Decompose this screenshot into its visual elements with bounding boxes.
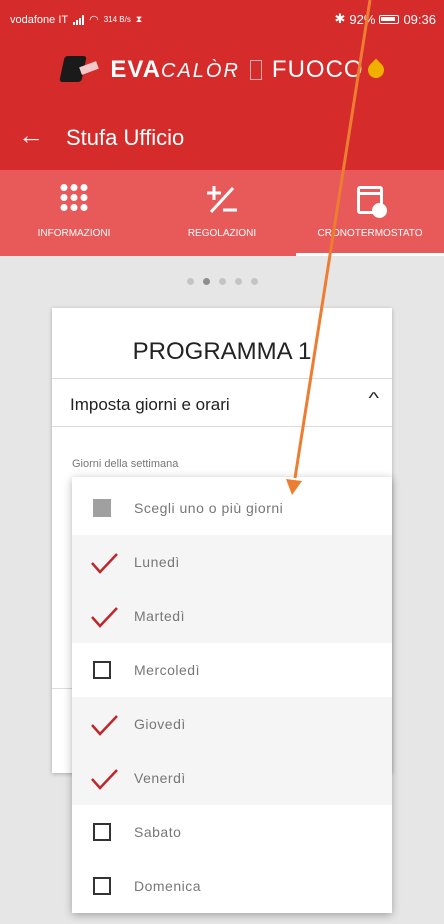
check-icon: [88, 762, 120, 794]
grid-dots-icon: [60, 184, 88, 211]
page-title: Stufa Ufficio: [66, 125, 185, 150]
battery-icon: [379, 14, 400, 24]
hourglass-icon: ⧗: [135, 14, 143, 24]
tab-cronotermostato[interactable]: CRONOTERMOSTATO: [296, 170, 444, 256]
carrier-label: vodafone IT: [10, 13, 69, 26]
wifi-icon: ◠: [89, 14, 99, 26]
page-dot[interactable]: [250, 278, 258, 285]
check-icon: [88, 708, 120, 740]
day-option-sabato[interactable]: Sabato: [72, 805, 392, 859]
calendar-clock-icon: [357, 186, 387, 218]
tab-informazioni[interactable]: INFORMAZIONI: [0, 170, 148, 256]
network-speed: 314 B/s: [103, 15, 131, 24]
bluetooth-icon: ✱: [334, 11, 346, 26]
section-header[interactable]: Imposta giorni e orari: [70, 395, 230, 415]
arrow-left-icon[interactable]: ←: [18, 122, 44, 148]
page-indicator: [0, 278, 444, 285]
battery-percent: 92%: [349, 11, 376, 27]
tab-regolazioni[interactable]: REGOLAZIONI: [148, 170, 296, 256]
day-option-domenica[interactable]: Domenica: [72, 859, 392, 913]
checkbox-empty-icon: [88, 816, 120, 848]
program-title: PROGRAMMA 1: [132, 338, 312, 365]
status-bar: vodafone IT ◠ 314 B/s ⧗ ✱ 92% 09:36: [0, 0, 444, 36]
checkbox-empty-icon: [88, 654, 120, 686]
dropdown-placeholder[interactable]: Scegli uno o più giorni: [72, 481, 392, 535]
plus-minus-icon: [205, 184, 239, 221]
tab-label: INFORMAZIONI: [37, 228, 111, 239]
page-dot[interactable]: [234, 278, 242, 285]
page-dot[interactable]: [186, 278, 194, 285]
flame-icon: [364, 58, 387, 82]
chevron-up-icon[interactable]: ^: [369, 390, 380, 408]
select-all-checkbox-icon: [88, 492, 120, 524]
field-label: Giorni della settimana: [72, 458, 179, 470]
tab-label: CRONOTERMOSTATO: [317, 228, 423, 239]
clock-time: 09:36: [403, 11, 436, 27]
brand-bar: EVACALÒR FUOCO: [0, 36, 444, 104]
brand-logo-right: FUOCO: [271, 56, 364, 83]
signal-icon: [73, 14, 85, 25]
tab-bar: INFORMAZIONI REGOLAZIONI CRONOTERMOSTATO: [0, 170, 444, 256]
brand-mark-icon: [60, 54, 100, 86]
day-option-venerdi[interactable]: Venerdì: [72, 751, 392, 805]
check-icon: [88, 600, 120, 632]
day-option-martedi[interactable]: Martedì: [72, 589, 392, 643]
day-option-mercoledi[interactable]: Mercoledì: [72, 643, 392, 697]
brand-logo-left: EVACALÒR: [110, 56, 240, 83]
divider: [52, 426, 392, 427]
divider: [52, 378, 392, 379]
days-dropdown: Scegli uno o più giorni Lunedì Martedì M…: [72, 477, 392, 913]
brand-separator: [249, 60, 262, 80]
tab-label: REGOLAZIONI: [187, 228, 257, 239]
page-dot-active[interactable]: [202, 278, 210, 285]
day-option-giovedi[interactable]: Giovedì: [72, 697, 392, 751]
check-icon: [88, 546, 120, 578]
app-bar: ← Stufa Ufficio: [0, 104, 444, 170]
day-option-lunedi[interactable]: Lunedì: [72, 535, 392, 589]
page-dot[interactable]: [218, 278, 226, 285]
checkbox-empty-icon: [88, 870, 120, 902]
